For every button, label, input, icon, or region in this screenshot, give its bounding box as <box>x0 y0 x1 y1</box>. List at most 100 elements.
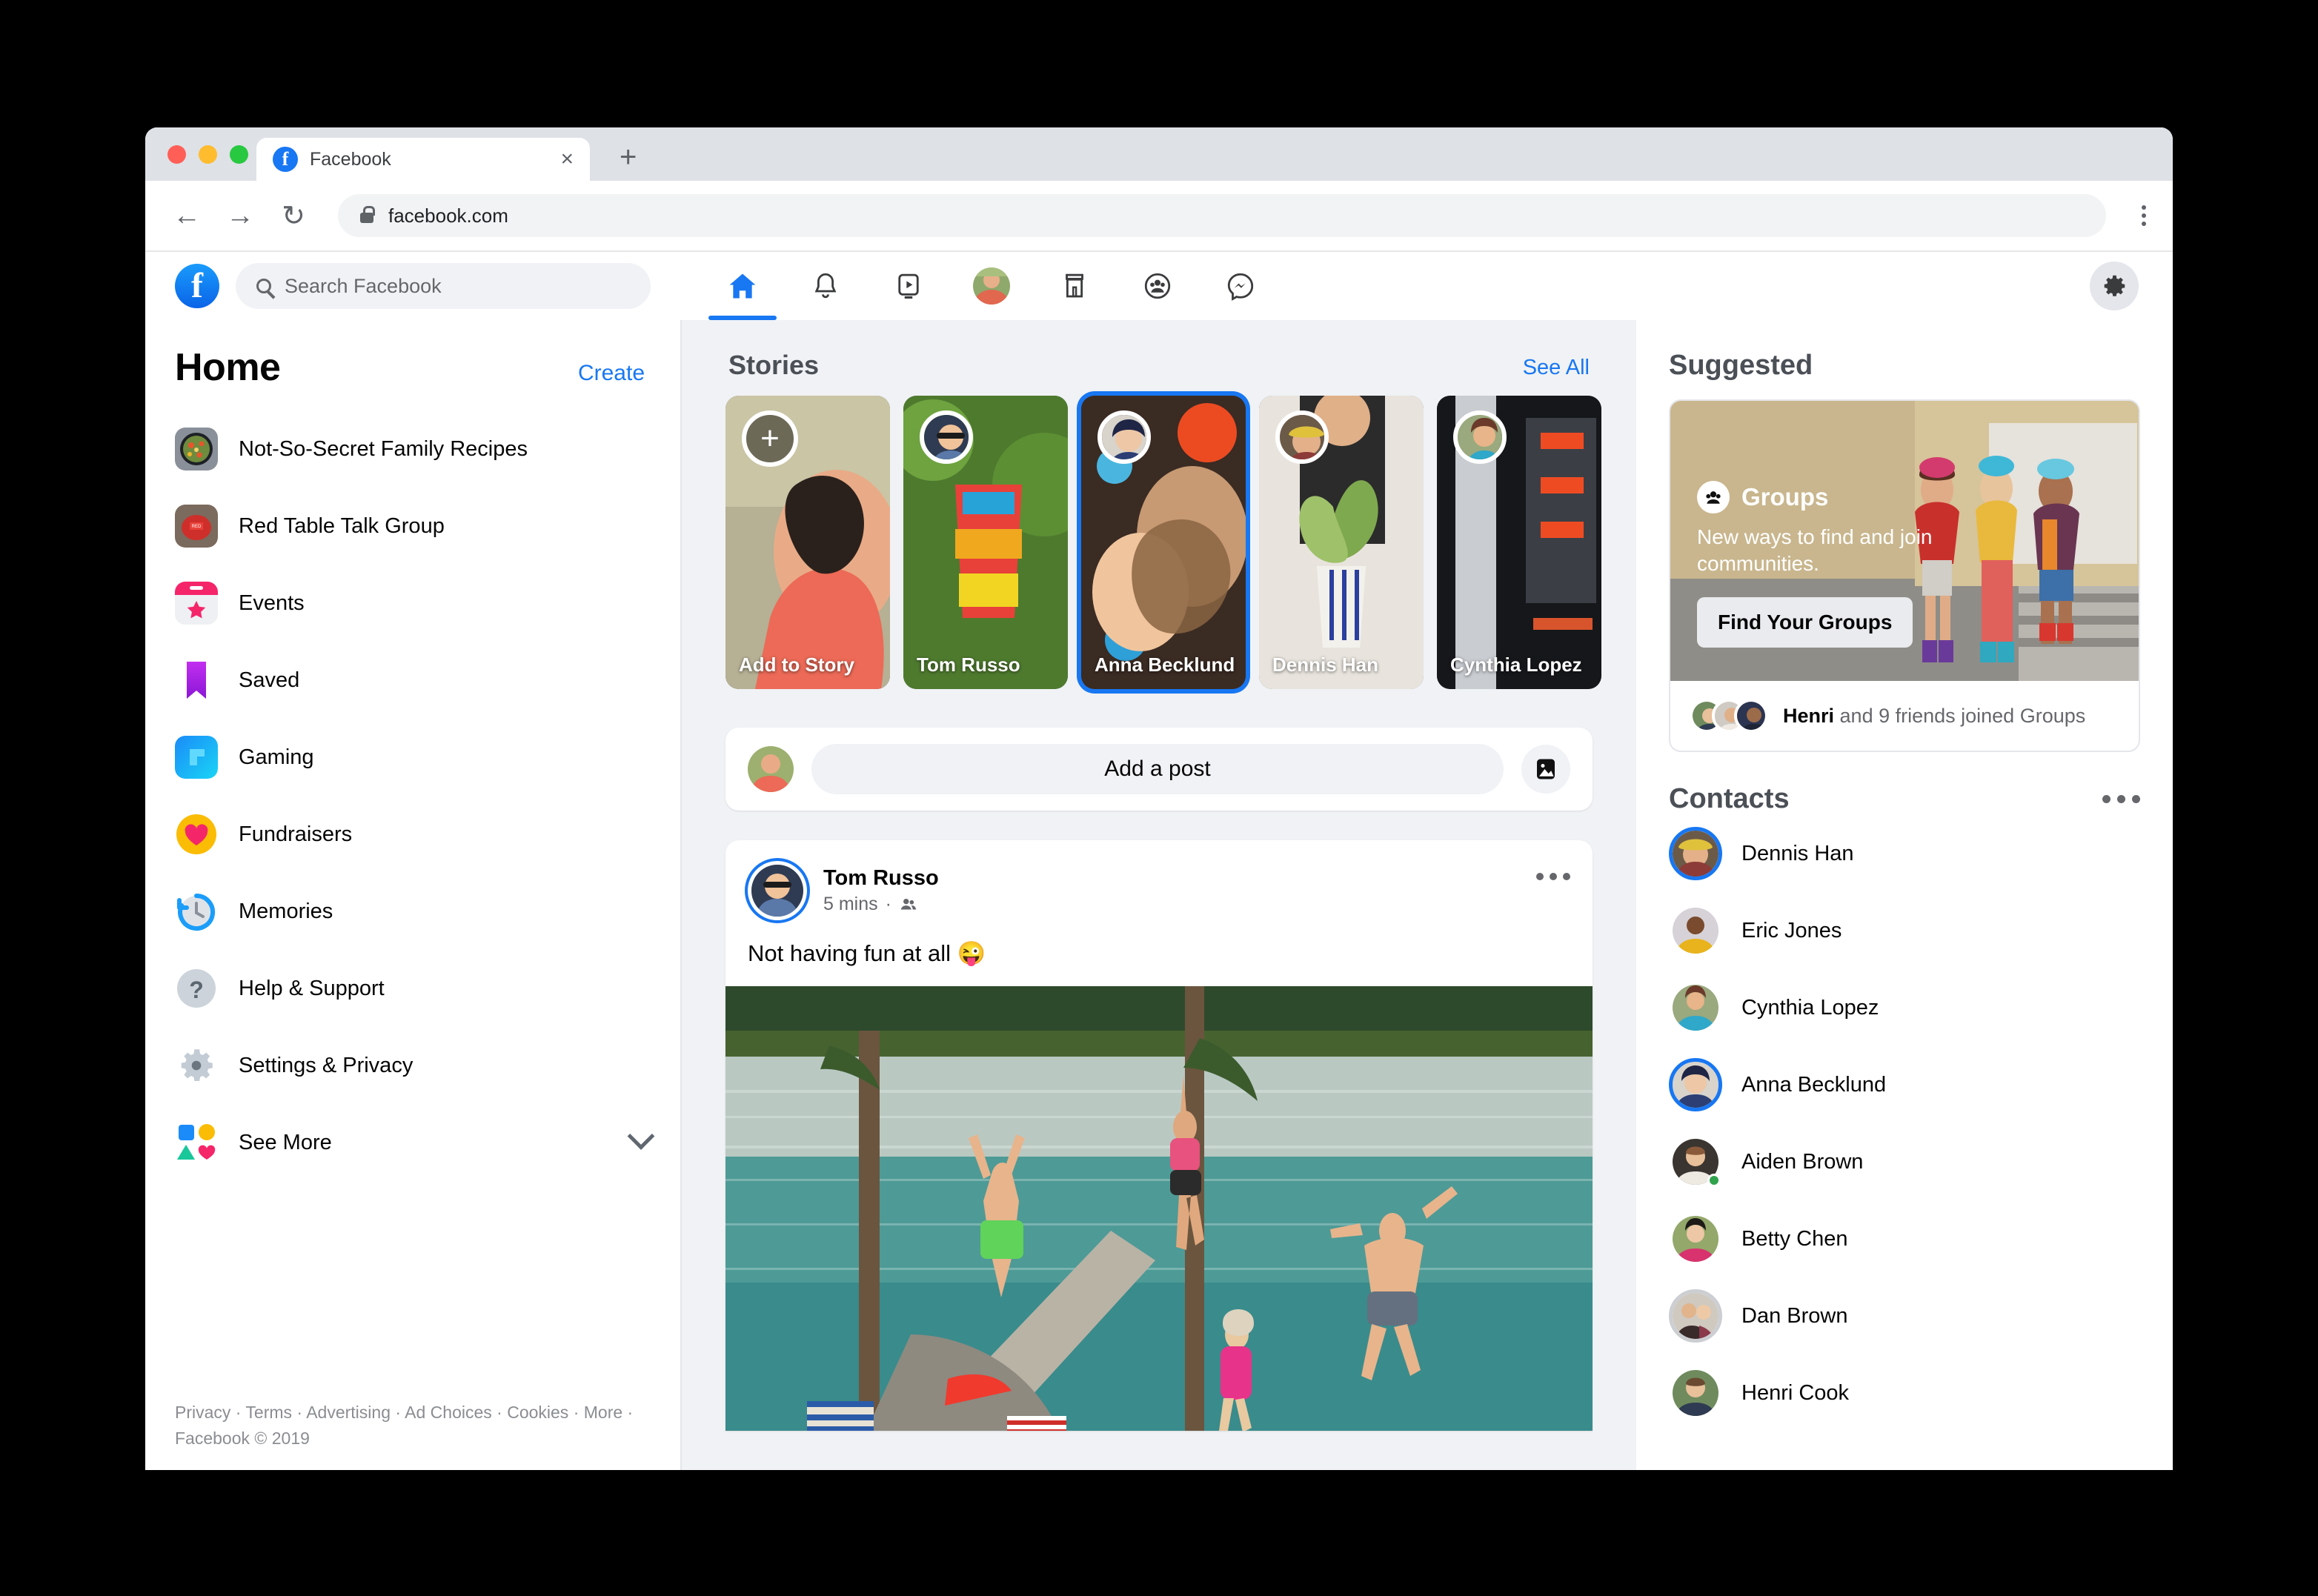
reload-icon[interactable]: ↻ <box>279 199 308 233</box>
sidebar-item-help-support[interactable]: ? Help & Support <box>175 950 680 1027</box>
nav-marketplace[interactable] <box>1033 252 1116 320</box>
post-composer[interactable]: Add a post <box>725 728 1593 811</box>
contacts-list: Dennis Han Eric Jones Cynthia Lopez Anna… <box>1669 815 2140 1432</box>
sidebar-item-events[interactable]: Events <box>175 565 680 642</box>
forward-icon[interactable]: → <box>225 200 255 232</box>
sidebar-item-fundraisers[interactable]: Fundraisers <box>175 796 680 873</box>
story-avatar <box>920 410 973 464</box>
sidebar-item-saved[interactable]: Saved <box>175 642 680 719</box>
see-all-link[interactable]: See All <box>1523 356 1590 380</box>
story-card-dennis-han[interactable]: Dennis Han <box>1259 396 1424 689</box>
groups-promo-image: Groups New ways to find and join communi… <box>1670 401 2139 681</box>
close-window-button[interactable] <box>167 145 186 164</box>
close-icon[interactable]: × <box>560 148 574 170</box>
search-icon <box>256 279 271 293</box>
settings-button[interactable] <box>2090 262 2139 310</box>
find-your-groups-button[interactable]: Find Your Groups <box>1697 596 1913 648</box>
red-table-talk-thumbnail-icon: RED <box>175 505 218 548</box>
nav-messenger[interactable] <box>1199 252 1282 320</box>
sidebar-item-red-table-talk[interactable]: RED Red Table Talk Group <box>175 488 680 565</box>
sidebar-item-label: Not-So-Secret Family Recipes <box>239 436 528 461</box>
browser-menu-icon[interactable] <box>2142 205 2146 226</box>
avatar <box>748 746 794 792</box>
sidebar-item-settings-privacy[interactable]: Settings & Privacy <box>175 1027 680 1104</box>
contact-row[interactable]: Dennis Han <box>1669 815 2140 892</box>
meta-separator: · <box>885 894 891 914</box>
story-label: Anna Becklund <box>1095 653 1235 676</box>
window-controls[interactable] <box>167 145 248 164</box>
contact-name: Dennis Han <box>1741 841 1854 865</box>
sidebar-item-label: Red Table Talk Group <box>239 513 445 538</box>
story-ring-icon <box>1669 827 1722 880</box>
gear-icon <box>2104 275 2125 296</box>
post-photo[interactable] <box>725 986 1593 1431</box>
social-proof-name: Henri <box>1783 704 1835 727</box>
shapes-icon <box>175 1121 218 1164</box>
post-meta: 5 mins · <box>823 894 939 915</box>
contact-row[interactable]: Cynthia Lopez <box>1669 969 2140 1046</box>
tab-title: Facebook <box>310 148 391 170</box>
contact-name: Betty Chen <box>1741 1226 1848 1251</box>
story-avatar <box>1097 410 1151 464</box>
create-link[interactable]: Create <box>578 361 645 386</box>
add-photo-button[interactable] <box>1521 745 1570 794</box>
sidebar-item-label: See More <box>239 1130 332 1154</box>
avatar <box>1669 1366 1722 1420</box>
story-avatar <box>1453 410 1507 464</box>
avatar <box>1734 699 1768 733</box>
header-nav <box>701 252 1282 320</box>
facebook-logo-icon[interactable]: f <box>175 264 219 308</box>
stories-tray[interactable]: + Add to Story Tom Russo Anna Becklund D… <box>725 396 1601 689</box>
social-proof-rest: and 9 friends joined Groups <box>1834 704 2086 727</box>
browser-tab[interactable]: f Facebook × <box>256 138 590 181</box>
story-card-anna-becklund[interactable]: Anna Becklund <box>1081 396 1246 689</box>
contacts-menu-button[interactable] <box>2102 795 2140 803</box>
contact-row[interactable]: Anna Becklund <box>1669 1046 2140 1123</box>
groups-social-proof[interactable]: Henri and 9 friends joined Groups <box>1670 681 2139 751</box>
nav-groups[interactable] <box>1116 252 1199 320</box>
address-bar[interactable]: facebook.com <box>338 194 2106 237</box>
watch-video-icon <box>898 273 919 299</box>
question-icon: ? <box>175 967 218 1010</box>
chevron-down-icon[interactable] <box>627 1123 655 1150</box>
avatar[interactable] <box>751 865 803 917</box>
story-card-add[interactable]: + Add to Story <box>725 396 890 689</box>
suggested-groups-card[interactable]: Groups New ways to find and join communi… <box>1669 399 2140 752</box>
sidebar-footer-links[interactable]: Privacy · Terms · Advertising · Ad Choic… <box>175 1400 649 1451</box>
post-author[interactable]: Tom Russo <box>823 866 939 890</box>
recipes-thumbnail-icon <box>175 428 218 471</box>
sidebar-item-see-more[interactable]: See More <box>175 1104 680 1181</box>
minimize-window-button[interactable] <box>199 145 217 164</box>
add-post-input[interactable]: Add a post <box>811 744 1504 794</box>
contact-row[interactable]: Betty Chen <box>1669 1200 2140 1277</box>
back-icon[interactable]: ← <box>172 200 202 232</box>
nav-home[interactable] <box>701 252 784 320</box>
nav-profile[interactable] <box>950 252 1033 320</box>
story-card-cynthia-lopez[interactable]: Cynthia Lopez <box>1437 396 1601 689</box>
story-label: Tom Russo <box>917 653 1020 676</box>
post-header: Tom Russo 5 mins · <box>725 840 1593 929</box>
post-menu-button[interactable] <box>1536 873 1570 880</box>
search-input[interactable]: Search Facebook <box>236 263 651 309</box>
contact-row[interactable]: Aiden Brown <box>1669 1123 2140 1200</box>
groups-brand-label: Groups <box>1741 483 1829 511</box>
story-ring-icon <box>1669 1289 1722 1343</box>
sidebar-item-memories[interactable]: Memories <box>175 873 680 950</box>
nav-notifications[interactable] <box>784 252 867 320</box>
story-card-tom-russo[interactable]: Tom Russo <box>903 396 1068 689</box>
new-tab-button[interactable]: + <box>620 142 637 172</box>
sidebar-item-label: Gaming <box>239 745 314 769</box>
contact-row[interactable]: Dan Brown <box>1669 1277 2140 1354</box>
sidebar-item-gaming[interactable]: Gaming <box>175 719 680 796</box>
sidebar-item-recipes[interactable]: Not-So-Secret Family Recipes <box>175 410 680 488</box>
contact-name: Dan Brown <box>1741 1303 1848 1328</box>
contact-row[interactable]: Eric Jones <box>1669 892 2140 969</box>
facebook-favicon: f <box>273 147 298 172</box>
groups-icon <box>1697 481 1730 513</box>
maximize-window-button[interactable] <box>230 145 248 164</box>
nav-watch[interactable] <box>867 252 950 320</box>
contact-row[interactable]: Henri Cook <box>1669 1354 2140 1432</box>
stories-title: Stories <box>728 350 820 380</box>
add-story-button[interactable]: + <box>742 410 798 467</box>
contact-name: Aiden Brown <box>1741 1149 1864 1174</box>
